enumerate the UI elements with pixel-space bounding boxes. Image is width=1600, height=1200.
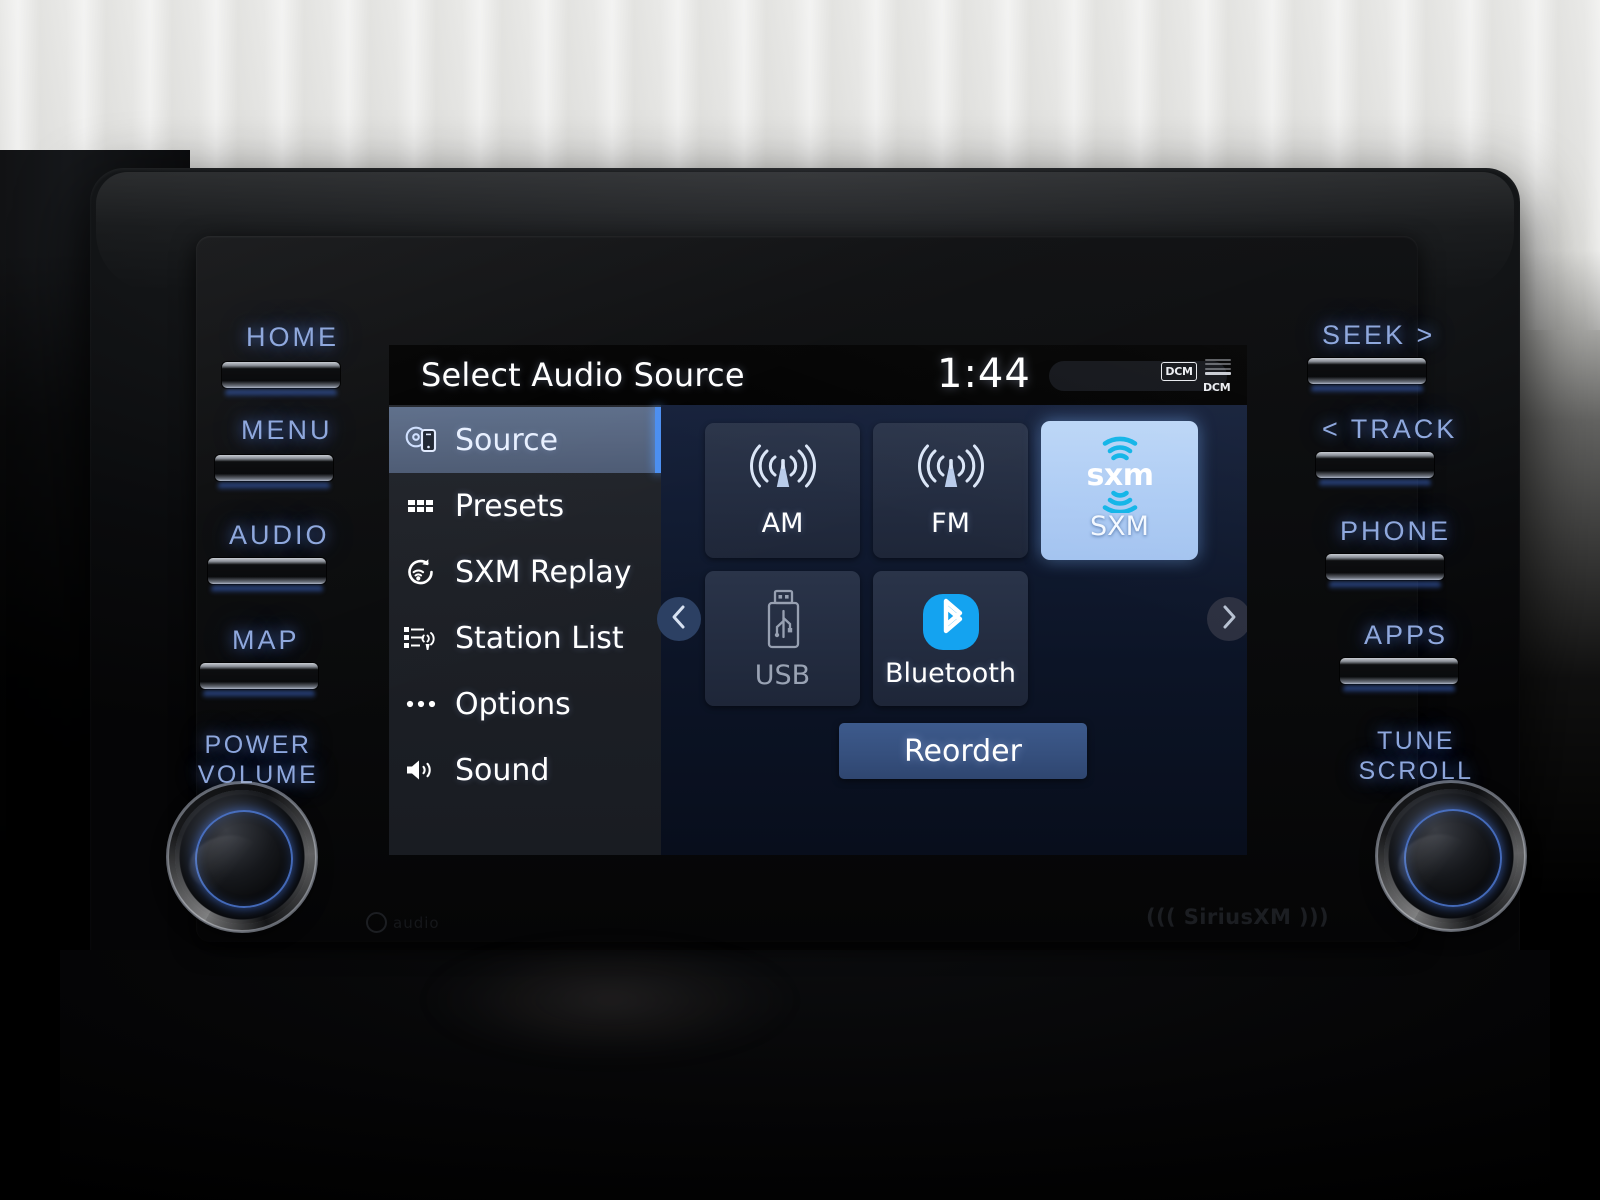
- phone-button[interactable]: [1326, 554, 1444, 580]
- status-pill: [1049, 361, 1227, 391]
- apps-button-label: APPS: [1364, 620, 1449, 650]
- usb-stick-icon: [755, 587, 811, 660]
- power-volume-knob-label: POWER VOLUME: [178, 730, 338, 790]
- source-tile-am[interactable]: AM: [705, 423, 860, 558]
- brand-mark-icon: [366, 912, 387, 933]
- svg-text:sxm: sxm: [1086, 458, 1153, 493]
- volume-label: VOLUME: [197, 761, 319, 789]
- home-button-label: HOME: [246, 322, 339, 352]
- siriusxm-brand-logo: ((( SiriusXM ))): [1146, 905, 1330, 929]
- menu-button-label: MENU: [241, 415, 333, 445]
- bluetooth-icon: [918, 589, 984, 660]
- lcd-screen: Select Audio Source 1:44 DCM DCM Source …: [389, 345, 1247, 855]
- source-tile-label: AM: [761, 508, 804, 539]
- reorder-button[interactable]: Reorder: [839, 723, 1087, 779]
- station-list-antenna-icon: [389, 622, 455, 654]
- reorder-button-label: Reorder: [904, 733, 1022, 769]
- status-bar: Select Audio Source 1:44 DCM DCM: [389, 345, 1247, 405]
- audio-brand-logo: audio: [366, 912, 440, 933]
- home-button[interactable]: [222, 362, 340, 388]
- radio-antenna-icon: [748, 441, 818, 506]
- seek-button[interactable]: [1308, 358, 1426, 384]
- menu-button[interactable]: [215, 455, 333, 481]
- clock: 1:44: [937, 351, 1031, 397]
- sidebar-item-label: Presets: [455, 488, 565, 524]
- prev-page-button[interactable]: [657, 597, 701, 641]
- sidebar-item-label: Options: [455, 686, 571, 722]
- sidebar-item-options[interactable]: Options: [389, 671, 661, 737]
- sidebar-item-label: Source: [455, 422, 559, 458]
- power-label: POWER: [204, 731, 312, 759]
- audio-button[interactable]: [208, 558, 326, 584]
- map-button[interactable]: [200, 663, 318, 689]
- phone-button-label: PHONE: [1340, 516, 1452, 546]
- source-tile-bluetooth[interactable]: Bluetooth: [873, 571, 1028, 706]
- sidebar-item-source[interactable]: Source: [389, 407, 661, 473]
- track-button[interactable]: [1316, 452, 1434, 478]
- signal-label: DCM: [1203, 381, 1231, 394]
- sidebar-menu: Source Presets SXM Replay Station List O…: [389, 405, 661, 855]
- map-button-label: MAP: [232, 625, 300, 655]
- source-tile-label: SXM: [1090, 511, 1149, 542]
- tune-scroll-knob[interactable]: [1384, 789, 1518, 923]
- tune-scroll-knob-label: TUNE SCROLL: [1336, 726, 1496, 786]
- source-grid-panel: AM FM sxm SXM USB Bluetooth Reorder: [657, 405, 1247, 855]
- scroll-label: SCROLL: [1358, 757, 1474, 785]
- sidebar-item-sound[interactable]: Sound: [389, 737, 661, 803]
- source-tile-fm[interactable]: FM: [873, 423, 1028, 558]
- chevron-right-icon: [1218, 604, 1240, 635]
- source-tile-label: USB: [754, 660, 811, 691]
- source-tile-label: FM: [931, 508, 970, 539]
- source-tile-label: Bluetooth: [884, 658, 1017, 689]
- speaker-waves-icon: [389, 756, 455, 784]
- grid-dots-icon: [389, 496, 455, 516]
- sidebar-item-label: SXM Replay: [455, 554, 632, 590]
- sxm-logo-icon: sxm: [1060, 435, 1180, 515]
- apps-button[interactable]: [1340, 658, 1458, 684]
- track-button-label: < TRACK: [1322, 414, 1458, 444]
- power-volume-knob[interactable]: [175, 790, 309, 924]
- source-disc-phone-icon: [389, 425, 455, 455]
- page-title: Select Audio Source: [421, 356, 745, 394]
- source-tile-sxm[interactable]: sxm SXM: [1041, 421, 1198, 560]
- tune-label: TUNE: [1376, 727, 1456, 755]
- sidebar-item-sxm-replay[interactable]: SXM Replay: [389, 539, 661, 605]
- chevron-left-icon: [668, 604, 690, 635]
- audio-button-label: AUDIO: [229, 520, 330, 550]
- infotainment-photo: Select Audio Source 1:44 DCM DCM Source …: [0, 0, 1600, 1200]
- radio-antenna-icon: [916, 441, 986, 506]
- replay-circle-icon: [389, 556, 455, 588]
- source-tile-usb[interactable]: USB: [705, 571, 860, 706]
- sidebar-item-presets[interactable]: Presets: [389, 473, 661, 539]
- dcm-badge-icon: DCM: [1161, 362, 1197, 381]
- sidebar-item-station-list[interactable]: Station List: [389, 605, 661, 671]
- sidebar-item-label: Sound: [455, 752, 550, 788]
- signal-strength-icon: [1205, 359, 1233, 379]
- seek-button-label: SEEK >: [1322, 320, 1436, 350]
- ellipsis-icon: [389, 698, 455, 710]
- next-page-button[interactable]: [1207, 597, 1247, 641]
- sidebar-item-label: Station List: [455, 620, 624, 656]
- audio-brand-text: audio: [393, 913, 440, 932]
- center-console: [60, 950, 1550, 1200]
